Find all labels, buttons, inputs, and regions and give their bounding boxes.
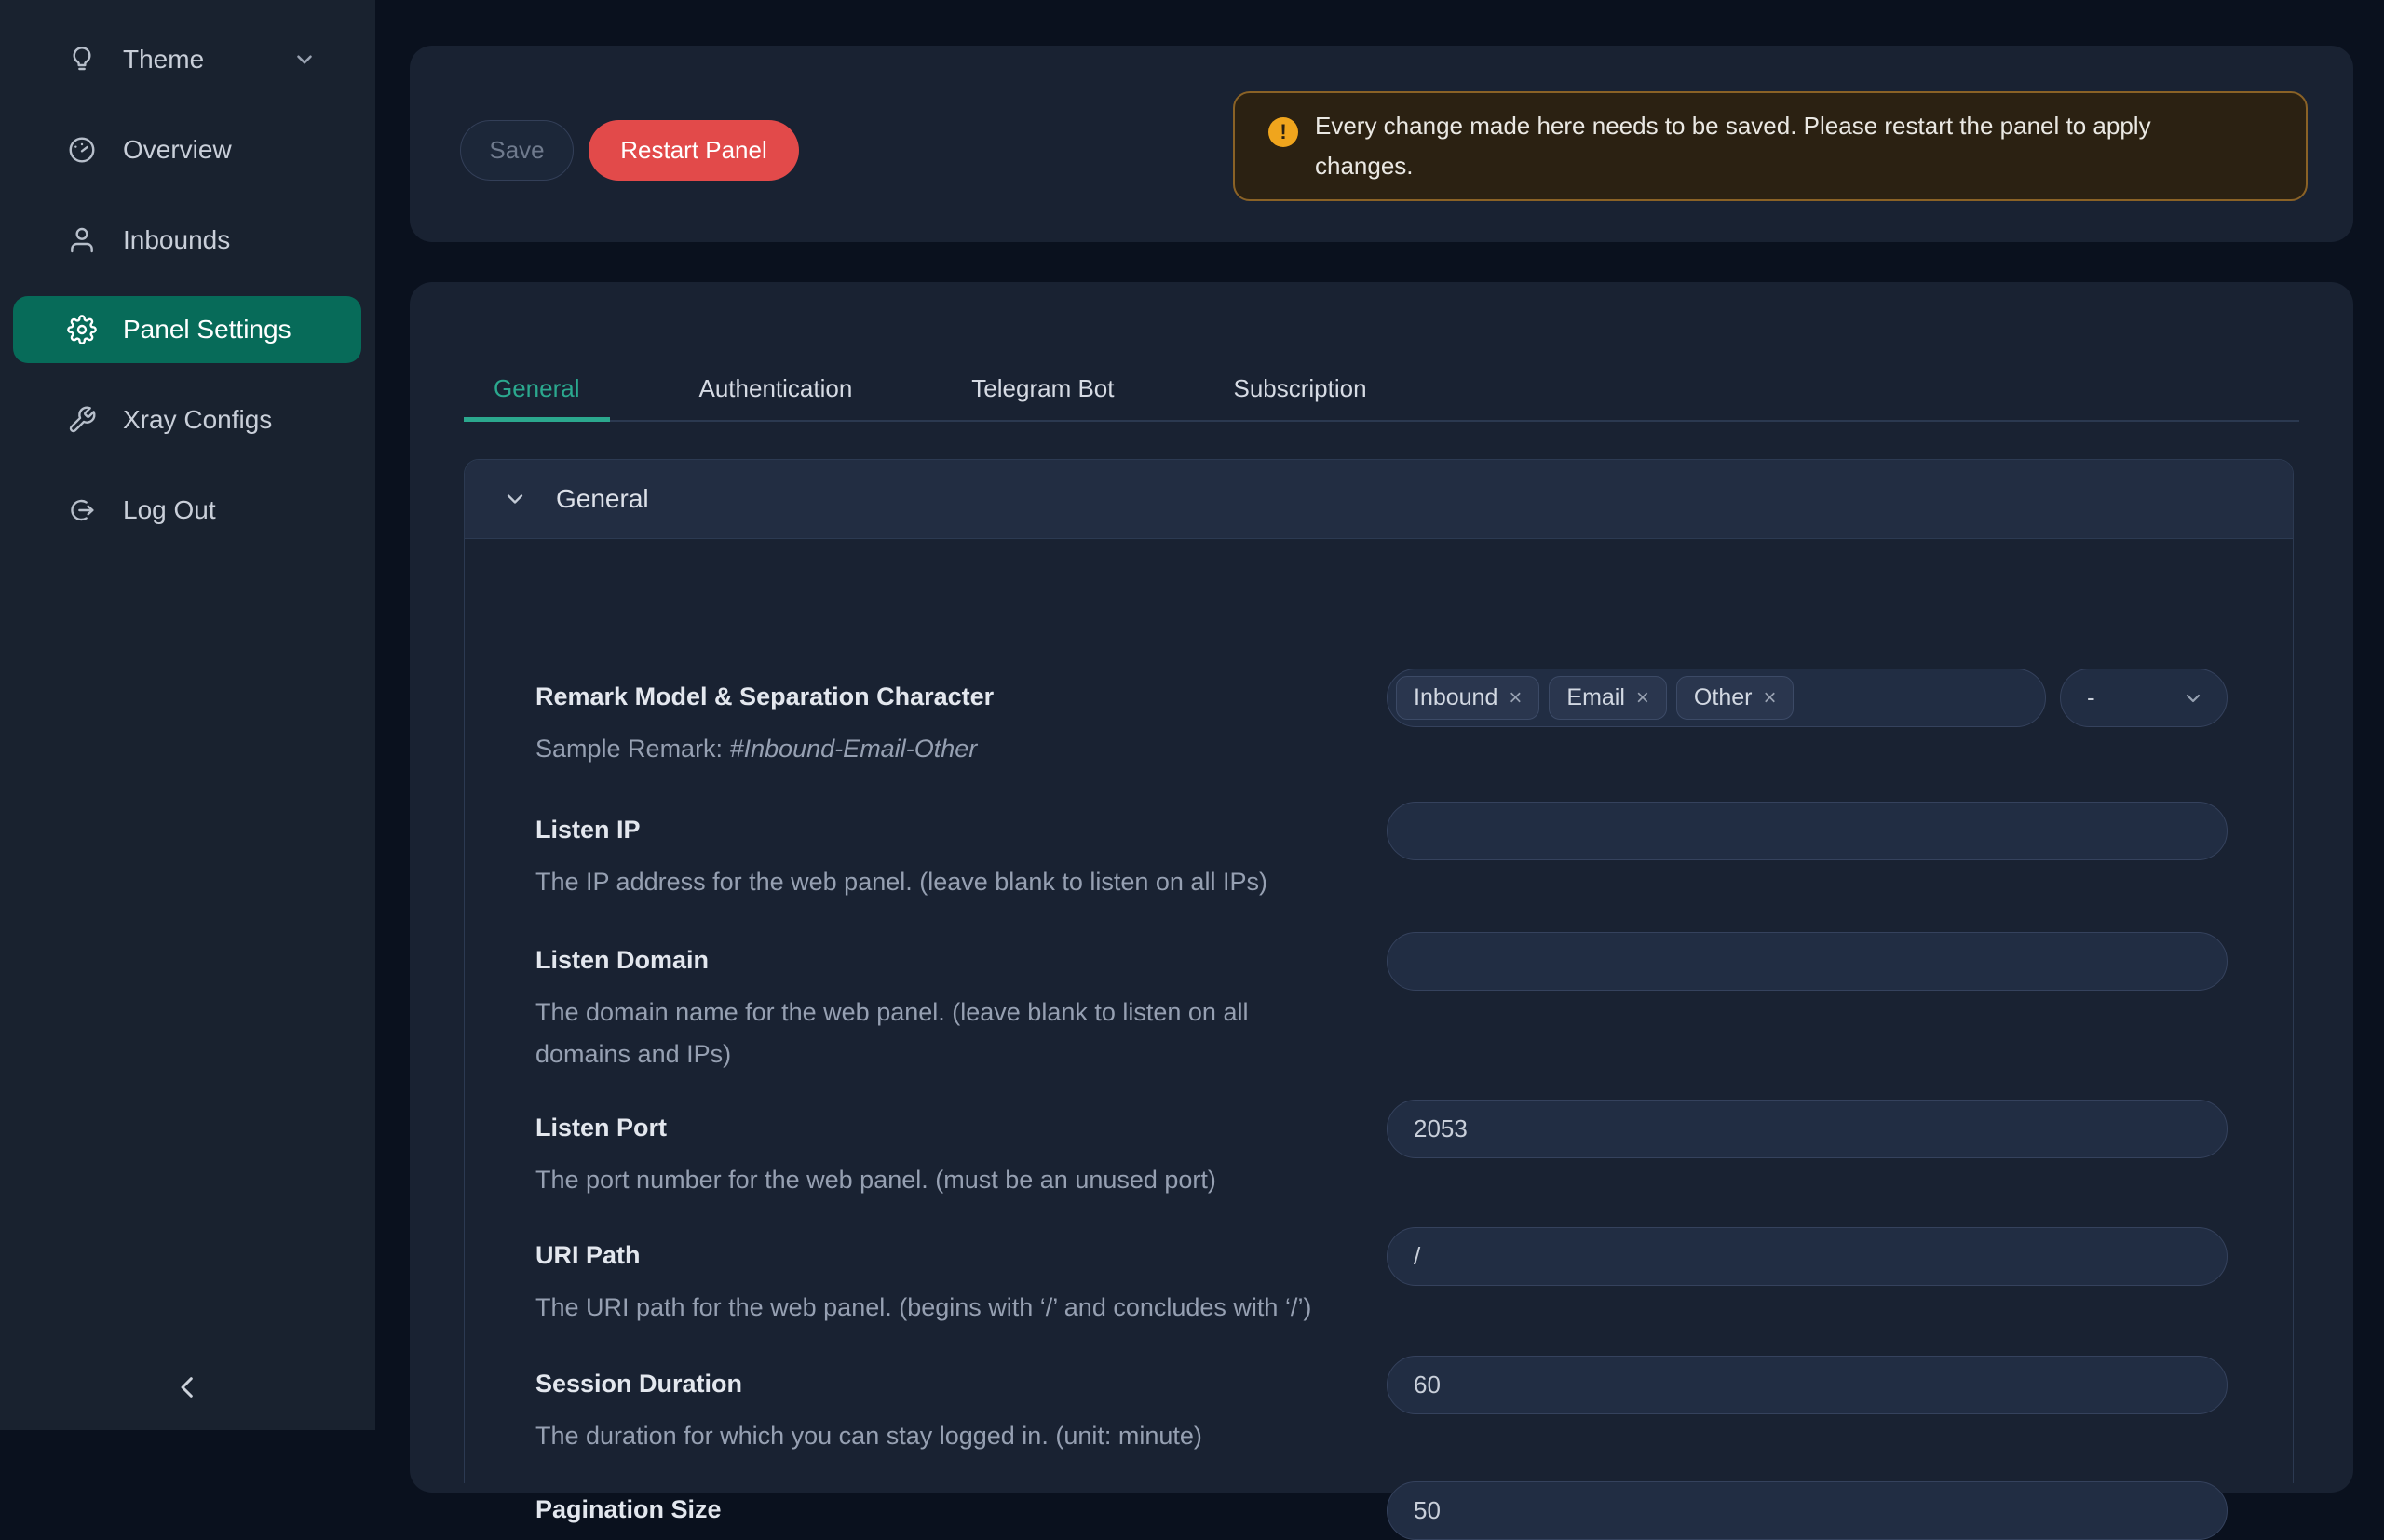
tag-inbound: Inbound × [1396,676,1539,720]
remove-tag-icon[interactable]: × [1763,685,1776,711]
warning-icon: ! [1268,117,1298,147]
theme-selector[interactable]: Theme [13,26,361,93]
chevron-down-icon [2182,687,2204,709]
sidebar-item-label: Panel Settings [123,315,291,344]
listen-port-input[interactable] [1387,1100,2228,1158]
field-description: The domain name for the web panel. (leav… [535,992,1374,1075]
field-description: The IP address for the web panel. (leave… [535,861,1374,903]
field-label: Listen IP [535,802,1374,848]
field-row-listen-ip: Listen IP The IP address for the web pan… [535,802,2228,903]
form-rows: Remark Model & Separation Character Samp… [465,539,2293,1483]
tab-subscription[interactable]: Subscription [1203,357,1396,420]
field-label: Session Duration [535,1356,1374,1402]
restart-panel-button[interactable]: Restart Panel [589,120,799,181]
sidebar-item-inbounds[interactable]: Inbounds [13,207,361,274]
chevron-left-icon [173,1372,203,1402]
section-title: General [556,484,649,514]
tag-label: Inbound [1414,684,1497,711]
panel-settings-page: Theme Overview Inbounds [0,0,2384,1430]
listen-domain-input[interactable] [1387,932,2228,991]
pagination-size-input[interactable] [1387,1481,2228,1540]
remove-tag-icon[interactable]: × [1509,685,1522,711]
tab-authentication[interactable]: Authentication [670,357,883,420]
field-description: The duration for which you can stay logg… [535,1415,1374,1457]
tag-other: Other × [1676,676,1795,720]
sample-remark-prefix: Sample Remark: [535,735,730,763]
field-description: The URI path for the web panel. (begins … [535,1287,1374,1329]
field-row-pagination-size: Pagination Size [535,1481,2228,1540]
user-icon [67,225,97,255]
field-row-listen-port: Listen Port The port number for the web … [535,1100,2228,1201]
gauge-icon [67,135,97,165]
sidebar-collapse-button[interactable] [168,1367,209,1408]
field-description: The port number for the web panel. (must… [535,1159,1374,1201]
sidebar-item-xray-configs[interactable]: Xray Configs [13,386,361,453]
field-label: Listen Domain [535,932,1374,979]
settings-tabs: General Authentication Telegram Bot Subs… [464,357,2299,422]
field-label: Listen Port [535,1100,1374,1146]
lightbulb-icon [67,45,97,74]
toolbar-card: Save Restart Panel ! Every change made h… [410,46,2353,242]
field-row-session-duration: Session Duration The duration for which … [535,1356,2228,1457]
alert-message: Every change made here needs to be saved… [1315,106,2151,186]
general-section: General Remark Model & Separation Charac… [464,459,2294,1483]
sidebar-item-log-out[interactable]: Log Out [13,477,361,544]
listen-ip-input[interactable] [1387,802,2228,860]
alert-line2: changes. [1315,146,2151,186]
sidebar-item-label: Xray Configs [123,405,272,435]
tab-general[interactable]: General [464,357,610,420]
sidebar-item-label: Inbounds [123,225,230,255]
description-line2: domains and IPs) [535,1033,1374,1075]
sidebar-item-label: Log Out [123,495,216,525]
tag-email: Email × [1549,676,1667,720]
general-section-header[interactable]: General [465,460,2293,539]
theme-label: Theme [123,45,204,74]
gear-icon [67,315,97,344]
remark-model-tags-input[interactable]: Inbound × Email × Other × [1387,669,2046,727]
sidebar-item-overview[interactable]: Overview [13,116,361,183]
sample-remark-value: #Inbound-Email-Other [730,735,978,763]
selected-separator: - [2087,683,2095,712]
field-label: Remark Model & Separation Character [535,669,1374,715]
field-row-listen-domain: Listen Domain The domain name for the we… [535,932,2228,1075]
wrench-icon [67,405,97,435]
tab-telegram-bot[interactable]: Telegram Bot [941,357,1144,420]
remove-tag-icon[interactable]: × [1636,685,1649,711]
field-label: URI Path [535,1227,1374,1274]
field-row-uri-path: URI Path The URI path for the web panel.… [535,1227,2228,1329]
sidebar-item-panel-settings[interactable]: Panel Settings [13,296,361,363]
tag-label: Email [1566,684,1625,711]
save-button[interactable]: Save [460,120,574,181]
settings-card: General Authentication Telegram Bot Subs… [410,282,2353,1493]
sidebar-item-label: Overview [123,135,232,165]
sidebar: Theme Overview Inbounds [0,0,375,1430]
uri-path-input[interactable] [1387,1227,2228,1286]
field-label: Pagination Size [535,1481,1374,1528]
tag-label: Other [1694,684,1753,711]
description-line1: The domain name for the web panel. (leav… [535,992,1374,1033]
chevron-down-icon [502,486,528,512]
session-duration-input[interactable] [1387,1356,2228,1414]
alert-line1: Every change made here needs to be saved… [1315,106,2151,146]
logout-icon [67,495,97,525]
field-description: Sample Remark: #Inbound-Email-Other [535,728,1374,770]
restart-warning-alert: ! Every change made here needs to be sav… [1233,91,2308,201]
field-row-remark: Remark Model & Separation Character Samp… [535,669,2228,770]
chevron-down-icon [292,47,317,72]
separation-character-select[interactable]: - [2060,669,2228,727]
